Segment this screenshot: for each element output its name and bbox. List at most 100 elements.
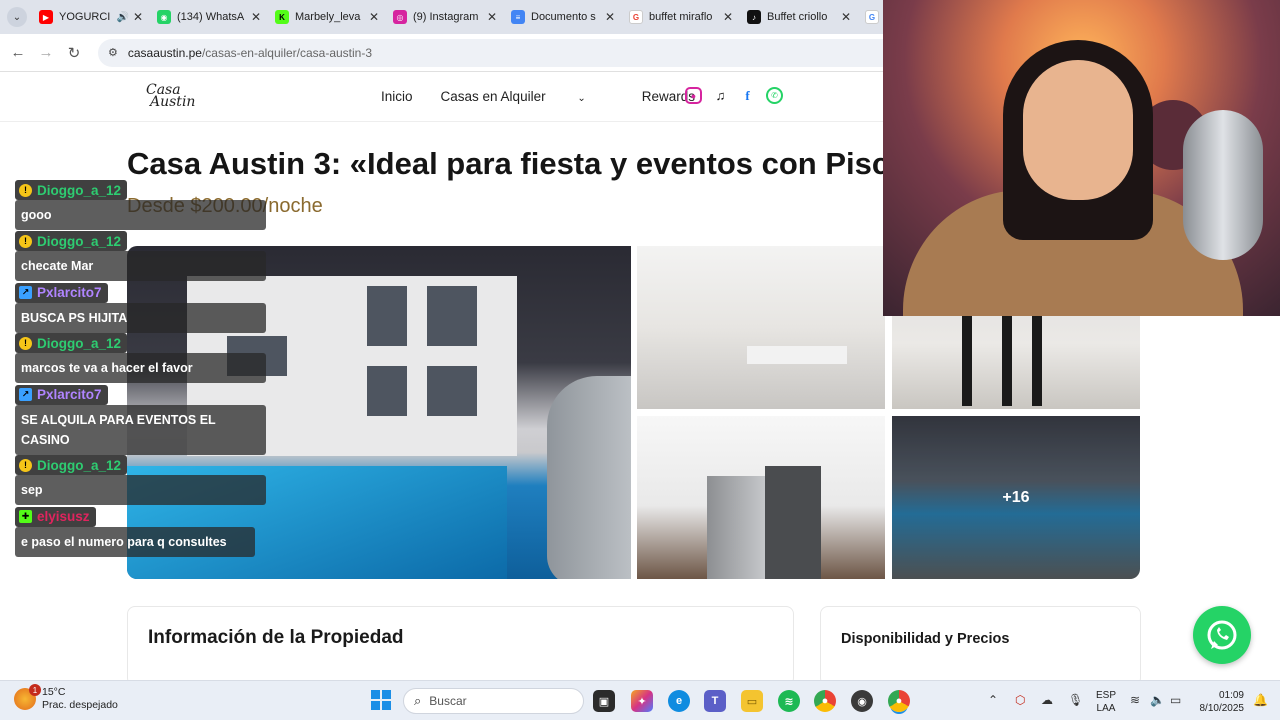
chrome-icon[interactable]: ● (814, 690, 836, 712)
close-tab-icon[interactable]: ✕ (251, 10, 261, 24)
availability-heading: Disponibilidad y Precios (841, 631, 1010, 647)
url-domain: casaaustin.pe (127, 45, 202, 60)
notifications-icon[interactable]: 🔔 (1253, 693, 1268, 707)
chat-username-text: elyisusz (37, 509, 90, 524)
wifi-icon[interactable]: ≋ (1130, 693, 1140, 707)
chat-username-text: Dioggo_a_12 (37, 233, 122, 249)
chrome-active-icon[interactable]: ● (888, 690, 910, 712)
instagram-icon[interactable]: ● (685, 87, 702, 104)
windows-start-icon[interactable] (371, 690, 391, 710)
youtube-icon: ▶ (39, 10, 53, 24)
close-tab-icon[interactable]: ✕ (369, 10, 379, 24)
microphone-icon[interactable]: 🎙 (1068, 693, 1083, 707)
gallery-thumbnail[interactable] (637, 246, 885, 409)
file-explorer-icon[interactable]: ▭ (741, 690, 763, 712)
battery-icon[interactable]: ▭ (1170, 693, 1181, 707)
close-tab-icon[interactable]: ✕ (841, 10, 851, 24)
verified-badge-icon: ✚ (19, 510, 32, 523)
forward-arrow-icon[interactable]: → (32, 44, 60, 61)
language-indicator[interactable]: ESP LAA (1096, 689, 1116, 715)
nav-label: Casas en Alquiler (440, 89, 546, 104)
instagram-icon: ◎ (393, 10, 407, 24)
close-tab-icon[interactable]: ✕ (723, 10, 733, 24)
sub-badge-icon: ! (19, 234, 32, 248)
availability-card: Disponibilidad y Precios (820, 606, 1141, 686)
browser-tab[interactable]: ♪ Buffet criollo ✕ (741, 0, 859, 34)
taskbar-search[interactable]: ⌕ Buscar (403, 688, 584, 714)
copilot-icon[interactable]: ✦ (631, 690, 653, 712)
nav-casas-en-alquiler[interactable]: Casas en Alquiler ⌄ (441, 89, 614, 104)
spotify-icon[interactable]: ≋ (778, 690, 800, 712)
close-tab-icon[interactable]: ✕ (133, 10, 143, 24)
url-path: /casas-en-alquiler/casa-austin-3 (201, 45, 373, 60)
speaker-icon[interactable]: 🔊 (116, 12, 128, 23)
browser-tab[interactable]: G (859, 0, 879, 34)
chevron-down-icon: ⌄ (577, 93, 586, 104)
close-tab-icon[interactable]: ✕ (487, 10, 497, 24)
system-clock[interactable]: 01:09 8/10/2025 (1196, 689, 1245, 715)
back-arrow-icon[interactable]: ← (4, 44, 32, 61)
address-bar[interactable]: ⚙ casaaustin.pe/casas-en-alquiler/casa-a… (98, 38, 978, 67)
tiktok-icon: ♪ (747, 10, 761, 24)
edge-icon[interactable]: e (668, 690, 690, 712)
search-placeholder: Buscar (429, 694, 467, 708)
car (547, 376, 631, 579)
browser-tab[interactable]: G buffet miraflo ✕ (623, 0, 741, 34)
whatsapp-icon: ◉ (157, 10, 171, 24)
facebook-icon[interactable]: f (739, 87, 756, 104)
google-icon: G (865, 10, 879, 24)
tab-title: Marbely_leva (295, 11, 361, 23)
close-tab-icon[interactable]: ✕ (605, 10, 615, 24)
cloud-icon[interactable]: ☁ (1041, 693, 1053, 707)
bar-stool (1002, 306, 1012, 406)
chat-username: ↗ Pxlarcito7 (15, 282, 108, 303)
gallery-thumbnail-more[interactable]: +16 (892, 416, 1140, 579)
gallery-thumbnail[interactable] (637, 416, 885, 579)
weather-widget[interactable]: 1 15°C Prac. despejado (14, 684, 118, 712)
chat-username: ! Dioggo_a_12 (15, 333, 128, 353)
browser-tab[interactable]: ◎ (9) Instagram ✕ (387, 0, 505, 34)
whatsapp-icon (1207, 620, 1237, 650)
logo-line: Austin (150, 94, 196, 110)
site-info-icon[interactable]: ⚙ (108, 46, 118, 59)
property-info-heading: Información de la Propiedad (148, 627, 404, 648)
chat-message: ↗ Pxlarcito7 BUSCA PS HIJITA (15, 282, 266, 333)
tab-search-icon[interactable]: ⌄ (7, 7, 27, 27)
chat-username: ! Dioggo_a_12 (15, 180, 128, 200)
chat-text: gooo (15, 200, 266, 230)
tab-title: Buffet criollo (767, 11, 828, 23)
temperature: 15°C (42, 686, 66, 698)
sub-badge-icon: ! (19, 336, 32, 350)
google-icon: G (629, 10, 643, 24)
browser-tab[interactable]: ≡ Documento s ✕ (505, 0, 623, 34)
tab-title: (9) Instagram (413, 11, 479, 23)
chat-username-text: Dioggo_a_12 (37, 182, 122, 198)
teams-icon[interactable]: T (704, 690, 726, 712)
task-view-icon[interactable]: ▣ (593, 690, 615, 712)
chat-username-text: Pxlarcito7 (37, 285, 102, 300)
windows-taskbar: 1 15°C Prac. despejado ⌕ Buscar ▣ ✦ e T … (0, 680, 1280, 720)
browser-tab[interactable]: ◉ (134) WhatsA ✕ (151, 0, 269, 34)
tab-title: (134) WhatsA (177, 11, 245, 23)
browser-tab[interactable]: K Marbely_leva ✕ (269, 0, 387, 34)
security-icon[interactable]: ⬡ (1015, 693, 1025, 707)
whatsapp-icon[interactable]: ✆ (766, 87, 783, 104)
reload-icon[interactable]: ↻ (60, 44, 88, 62)
webcam-overlay (883, 0, 1280, 316)
bar-stool (962, 306, 972, 406)
volume-icon[interactable]: 🔈 (1150, 693, 1165, 707)
browser-tab[interactable]: ▶ YOGURCI 🔊 ✕ (33, 0, 151, 34)
obs-icon[interactable]: ◉ (851, 690, 873, 712)
notification-badge: 1 (29, 684, 41, 696)
microphone (1183, 110, 1263, 260)
chat-text: checate Mar (15, 251, 266, 281)
nav-inicio[interactable]: Inicio (381, 89, 413, 104)
chat-message: ! Dioggo_a_12 checate Mar (15, 231, 266, 281)
whatsapp-float-button[interactable] (1193, 606, 1251, 664)
chevron-up-icon[interactable]: ⌃ (988, 693, 998, 707)
casa-austin-logo[interactable]: Casa Austin (146, 83, 196, 110)
streamer-face (1023, 60, 1133, 200)
prime-badge-icon: ↗ (19, 286, 32, 299)
weather-icon: 1 (14, 684, 41, 710)
tiktok-icon[interactable]: ♫ (712, 87, 729, 104)
